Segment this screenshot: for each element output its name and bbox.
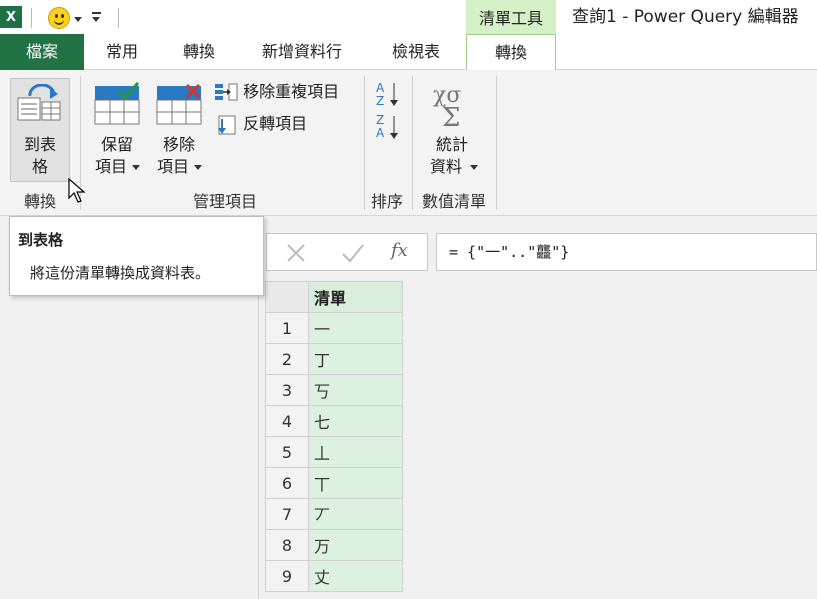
group-separator bbox=[364, 76, 365, 210]
customize-qat-dropdown-icon[interactable] bbox=[92, 17, 100, 22]
to-table-label-1: 到表 bbox=[23, 135, 56, 154]
group-separator bbox=[496, 76, 497, 210]
remove-duplicates-button[interactable]: 移除重複項目 bbox=[214, 79, 339, 105]
reverse-items-label: 反轉項目 bbox=[243, 114, 308, 133]
grid-corner[interactable] bbox=[265, 281, 309, 313]
tab-list-transform[interactable]: 轉換 bbox=[466, 34, 556, 70]
qat-separator bbox=[118, 8, 119, 28]
row-number[interactable]: 5 bbox=[265, 436, 309, 468]
data-grid: 清單 1一2丁3丂4七5丄6丅7丆8万9丈 bbox=[265, 281, 403, 592]
reverse-items-icon bbox=[218, 115, 236, 134]
statistics-dropdown-icon[interactable] bbox=[470, 165, 478, 170]
tab-transform[interactable]: 轉換 bbox=[160, 34, 238, 69]
list-cell[interactable]: 一 bbox=[308, 312, 403, 344]
statistics-label-1: 統計 bbox=[435, 135, 468, 154]
tooltip-description: 將這份清單轉換成資料表。 bbox=[30, 264, 211, 282]
list-cell[interactable]: 丆 bbox=[308, 498, 403, 530]
reverse-items-button[interactable]: 反轉項目 bbox=[214, 111, 307, 137]
list-cell[interactable]: 万 bbox=[308, 529, 403, 561]
tab-view[interactable]: 檢視表 bbox=[366, 34, 466, 69]
table-row[interactable]: 5丄 bbox=[265, 436, 403, 468]
sort-ascending-icon[interactable]: A Z Z A bbox=[376, 80, 402, 140]
svg-text:Z: Z bbox=[376, 113, 384, 127]
mouse-cursor-icon bbox=[68, 178, 86, 203]
to-table-icon bbox=[17, 84, 61, 121]
remove-duplicates-icon bbox=[215, 83, 238, 100]
list-cell[interactable]: 七 bbox=[308, 405, 403, 437]
row-number[interactable]: 7 bbox=[265, 498, 309, 530]
list-cell[interactable]: 丈 bbox=[308, 560, 403, 592]
keep-items-label-1: 保留 bbox=[100, 135, 133, 154]
tooltip: 到表格 將這份清單轉換成資料表。 bbox=[9, 216, 264, 296]
table-row[interactable]: 6丅 bbox=[265, 467, 403, 499]
row-number[interactable]: 6 bbox=[265, 467, 309, 499]
tab-home[interactable]: 常用 bbox=[84, 34, 160, 69]
row-number[interactable]: 3 bbox=[265, 374, 309, 406]
column-header-list[interactable]: 清單 bbox=[308, 281, 403, 313]
list-cell[interactable]: 丄 bbox=[308, 436, 403, 468]
qat-separator bbox=[31, 8, 32, 28]
list-cell[interactable]: 丁 bbox=[308, 343, 403, 375]
remove-duplicates-label: 移除重複項目 bbox=[243, 82, 340, 101]
group-label-numeric-list: 數值清單 bbox=[421, 192, 486, 211]
group-label-convert: 轉換 bbox=[23, 192, 56, 211]
table-row[interactable]: 3丂 bbox=[265, 374, 403, 406]
customize-qat-icon[interactable] bbox=[92, 12, 101, 14]
remove-items-label-1: 移除 bbox=[162, 135, 195, 154]
list-cell[interactable]: 丂 bbox=[308, 374, 403, 406]
tooltip-title: 到表格 bbox=[18, 231, 64, 249]
excel-icon[interactable]: X bbox=[0, 6, 22, 28]
smiley-feedback-icon[interactable] bbox=[48, 7, 70, 29]
table-row[interactable]: 2丁 bbox=[265, 343, 403, 375]
tab-file[interactable]: 檔案 bbox=[0, 34, 84, 70]
row-number[interactable]: 8 bbox=[265, 529, 309, 561]
window-title: 查詢1 - Power Query 編輯器 bbox=[572, 7, 799, 27]
keep-items-dropdown-icon[interactable] bbox=[132, 165, 140, 170]
remove-items-icon[interactable] bbox=[156, 82, 202, 126]
svg-text:Σ: Σ bbox=[442, 103, 460, 130]
svg-text:A: A bbox=[376, 81, 385, 95]
cancel-formula-icon[interactable] bbox=[285, 242, 307, 264]
keep-items-icon[interactable] bbox=[94, 82, 140, 126]
remove-items-dropdown-icon[interactable] bbox=[194, 165, 202, 170]
to-table-label-2: 格 bbox=[31, 157, 48, 176]
group-label-manage-items: 管理項目 bbox=[192, 192, 257, 211]
row-number[interactable]: 9 bbox=[265, 560, 309, 592]
table-row[interactable]: 1一 bbox=[265, 312, 403, 344]
group-separator bbox=[412, 76, 413, 210]
formula-controls: fx bbox=[266, 233, 428, 271]
remove-items-label-2: 項目 bbox=[156, 157, 189, 176]
formula-input[interactable]: = {"一".."龘"} bbox=[436, 233, 817, 271]
table-row[interactable]: 7丆 bbox=[265, 498, 403, 530]
fx-icon[interactable]: fx bbox=[391, 240, 408, 261]
confirm-formula-icon[interactable] bbox=[341, 242, 365, 264]
tab-add-column[interactable]: 新增資料行 bbox=[238, 34, 366, 69]
keep-items-label-2: 項目 bbox=[94, 157, 127, 176]
list-cell[interactable]: 丅 bbox=[308, 467, 403, 499]
row-number[interactable]: 1 bbox=[265, 312, 309, 344]
table-row[interactable]: 9丈 bbox=[265, 560, 403, 592]
svg-text:Z: Z bbox=[376, 94, 384, 108]
row-number[interactable]: 2 bbox=[265, 343, 309, 375]
statistics-icon[interactable]: χσ Σ bbox=[430, 80, 476, 130]
svg-text:A: A bbox=[376, 126, 385, 140]
statistics-label-2: 資料 bbox=[429, 157, 462, 176]
row-number[interactable]: 4 bbox=[265, 405, 309, 437]
table-row[interactable]: 4七 bbox=[265, 405, 403, 437]
group-label-sort: 排序 bbox=[370, 192, 403, 211]
table-row[interactable]: 8万 bbox=[265, 529, 403, 561]
list-tools-context-header: 清單工具 bbox=[466, 0, 556, 34]
smiley-dropdown-icon[interactable] bbox=[74, 17, 82, 22]
